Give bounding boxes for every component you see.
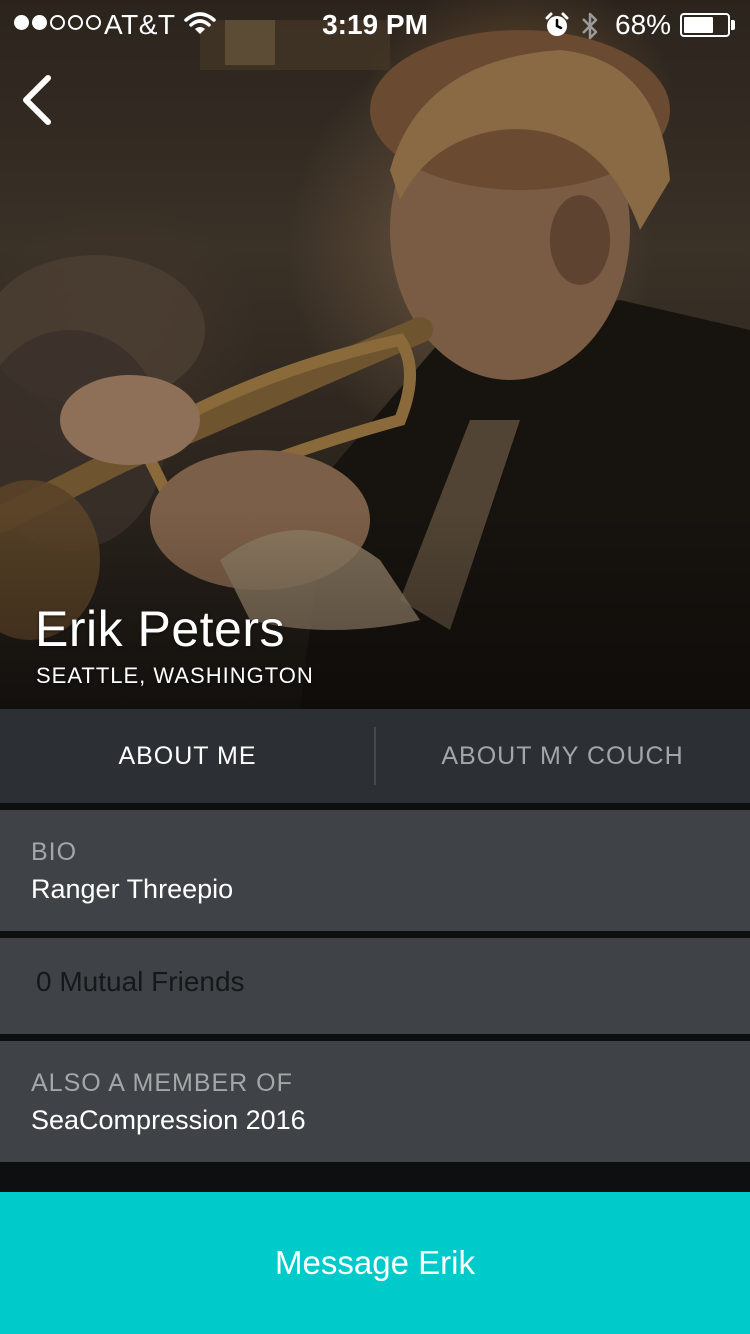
tab-divider <box>374 727 376 785</box>
battery-icon <box>680 13 730 37</box>
battery-percent: 68% <box>615 9 672 40</box>
bio-label: BIO <box>31 838 78 866</box>
bio-card: BIO <box>0 810 750 931</box>
membership-label: ALSO A MEMBER OF <box>31 1069 293 1097</box>
profile-name: Erik Peters <box>35 601 286 657</box>
battery-level <box>684 17 713 33</box>
profile-screen: AT&T 3:19 PM 68% Erik Peters SEATTLE, WA… <box>0 0 750 1334</box>
mutual-friends-count: 0 Mutual Friends <box>36 966 245 997</box>
membership-value[interactable]: SeaCompression 2016 <box>31 1105 306 1136</box>
chevron-left-icon <box>23 75 51 125</box>
tab-about-me[interactable]: ABOUT ME <box>0 709 375 803</box>
mutual-friends-card[interactable]: 0 Mutual Friends <box>0 938 750 1034</box>
back-button[interactable] <box>14 72 64 128</box>
profile-location: SEATTLE, WASHINGTON <box>36 663 314 688</box>
alarm-icon <box>544 12 570 45</box>
membership-card: ALSO A MEMBER OF <box>0 1041 750 1162</box>
message-button[interactable]: Message Erik <box>0 1192 750 1334</box>
bio-value: Ranger Threepio <box>31 874 234 904</box>
profile-tabs: ABOUT ME ABOUT MY COUCH <box>0 709 750 803</box>
battery-tip <box>731 20 735 30</box>
status-bar: AT&T 3:19 PM 68% <box>0 0 750 50</box>
bluetooth-icon <box>580 10 600 49</box>
tab-about-my-couch[interactable]: ABOUT MY COUCH <box>375 709 750 803</box>
